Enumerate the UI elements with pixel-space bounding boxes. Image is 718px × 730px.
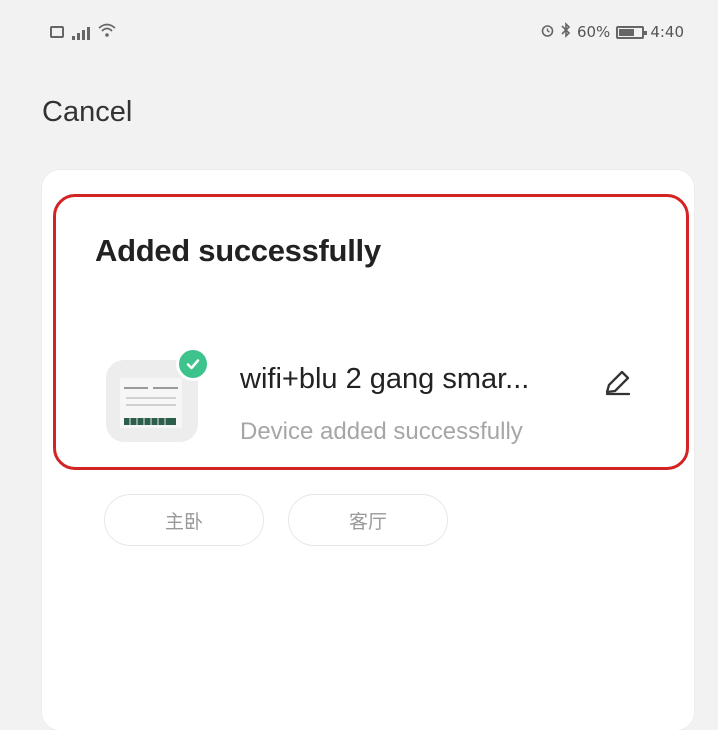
success-title: Added successfully	[95, 233, 381, 268]
room-chip-master-bedroom[interactable]: 主卧	[104, 494, 264, 546]
wifi-icon	[98, 22, 116, 42]
pencil-icon[interactable]	[600, 366, 634, 400]
status-left	[50, 22, 116, 42]
device-status: Device added successfully	[240, 418, 523, 445]
bluetooth-icon	[561, 22, 571, 42]
room-chip-living-room[interactable]: 客厅	[288, 494, 448, 546]
battery-icon	[616, 25, 648, 39]
device-name: wifi+blu 2 gang smar...	[240, 363, 530, 395]
alarm-icon	[540, 23, 555, 42]
status-time: 4:40	[650, 23, 684, 41]
sim-icon	[50, 26, 64, 38]
cancel-button[interactable]: Cancel	[42, 96, 132, 129]
signal-icon	[72, 24, 90, 40]
battery-percentage: 60%	[576, 23, 611, 41]
wifi-icon-svg	[98, 23, 116, 37]
status-right: 60% 4:40	[540, 22, 684, 42]
check-circle-icon	[176, 347, 210, 381]
status-bar: 60% 4:40	[0, 0, 718, 70]
